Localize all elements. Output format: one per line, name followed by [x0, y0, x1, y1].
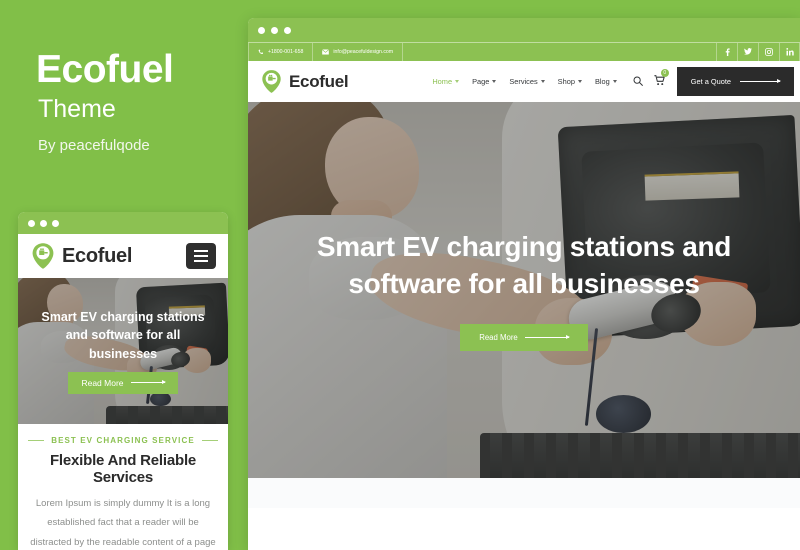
- hamburger-bar: [194, 250, 208, 252]
- instagram-icon[interactable]: [758, 43, 779, 61]
- chevron-down-icon: [577, 80, 582, 83]
- topbar-phone[interactable]: +1800-001-658: [248, 43, 314, 61]
- get-a-quote-label: Get a Quote: [690, 77, 731, 86]
- nav-item-shop-label: Shop: [557, 77, 575, 86]
- desktop-preview-mockup: +1800-001-658 info@peacefuldesign.com Ec…: [248, 18, 800, 550]
- envelope-icon: [322, 49, 330, 55]
- promo-subtitle: Theme: [38, 95, 116, 123]
- window-dot-minimize: [271, 26, 278, 34]
- facebook-icon[interactable]: [716, 43, 737, 61]
- topbar-social-links: [716, 43, 800, 61]
- topbar-email-text: info@peacefuldesign.com: [333, 49, 394, 55]
- cart-count-badge: 0: [660, 68, 669, 77]
- mobile-section-heading: Flexible And Reliable Services: [49, 452, 197, 486]
- mobile-preview-mockup: Ecofuel Smart EV charging stations and s…: [18, 212, 228, 550]
- window-dot-maximize: [52, 219, 59, 227]
- ecofuel-pin-logo-icon: [262, 70, 281, 93]
- chevron-down-icon: [455, 80, 460, 83]
- promo-author: By peacefulqode: [38, 137, 150, 154]
- mobile-menu-button[interactable]: [186, 243, 216, 269]
- chevron-down-icon: [540, 80, 545, 83]
- topbar-phone-text: +1800-001-658: [268, 49, 304, 55]
- site-topbar: +1800-001-658 info@peacefuldesign.com: [248, 42, 800, 61]
- nav-item-blog[interactable]: Blog: [595, 77, 617, 86]
- promo-title: Ecofuel: [36, 48, 174, 91]
- window-dot-minimize: [40, 219, 47, 227]
- mobile-services-section: BEST EV CHARGING SERVICE Flexible And Re…: [18, 424, 228, 550]
- window-dot-close: [258, 26, 265, 34]
- hero-read-more-label: Read More: [479, 333, 518, 343]
- topbar-email[interactable]: info@peacefuldesign.com: [313, 43, 404, 61]
- desktop-browser-chrome: [248, 18, 800, 42]
- mobile-section-eyebrow: BEST EV CHARGING SERVICE: [28, 436, 218, 445]
- nav-item-blog-label: Blog: [594, 77, 610, 86]
- hamburger-bar: [194, 260, 208, 262]
- twitter-icon[interactable]: [737, 43, 758, 61]
- mobile-hero-section: Smart EV charging stations and software …: [18, 278, 228, 424]
- window-dot-close: [28, 219, 35, 227]
- mobile-logo-text: Ecofuel: [62, 244, 133, 267]
- nav-item-shop[interactable]: Shop: [558, 77, 582, 86]
- mobile-logo[interactable]: Ecofuel: [30, 242, 132, 270]
- nav-item-services-label: Services: [509, 77, 538, 86]
- site-navbar: Ecofuel Home Page Services Shop Blog 0 G…: [248, 61, 800, 102]
- desktop-logo-text: Ecofuel: [289, 71, 349, 91]
- nav-item-page-label: Page: [472, 77, 490, 86]
- desktop-logo[interactable]: Ecofuel: [260, 69, 349, 94]
- cart-icon[interactable]: 0: [654, 68, 669, 91]
- nav-item-home[interactable]: Home: [432, 77, 460, 86]
- chevron-down-icon: [612, 80, 617, 83]
- arrow-right-icon: [130, 380, 166, 385]
- navbar-icons: 0: [633, 68, 669, 91]
- mobile-site-header: Ecofuel: [18, 234, 228, 278]
- phone-icon: [258, 49, 264, 55]
- ecofuel-pin-logo-icon: [32, 243, 54, 269]
- mobile-browser-chrome: [18, 212, 228, 234]
- nav-item-page[interactable]: Page: [472, 77, 497, 86]
- mobile-hero-title: Smart EV charging stations and software …: [41, 310, 205, 361]
- hamburger-bar: [194, 255, 208, 257]
- mobile-read-more-label: Read More: [81, 377, 124, 388]
- arrow-right-icon: [740, 79, 781, 83]
- hero-read-more-button[interactable]: Read More: [460, 324, 588, 352]
- arrow-right-icon: [524, 335, 570, 340]
- mobile-section-body: Lorem Ipsum is simply dummy It is a long…: [30, 498, 216, 548]
- hero-section: Smart EV charging stations and software …: [248, 102, 800, 478]
- nav-item-services[interactable]: Services: [509, 77, 545, 86]
- window-dot-maximize: [284, 26, 291, 34]
- hero-title: Smart EV charging stations and software …: [316, 230, 732, 299]
- linkedin-icon[interactable]: [779, 43, 800, 61]
- search-icon[interactable]: [633, 73, 643, 91]
- mobile-read-more-button[interactable]: Read More: [68, 371, 178, 394]
- page-content-below-hero: [248, 478, 800, 508]
- get-a-quote-button[interactable]: Get a Quote: [676, 67, 794, 96]
- chevron-down-icon: [492, 80, 497, 83]
- nav-item-home-label: Home: [432, 77, 453, 86]
- primary-navigation: Home Page Services Shop Blog: [432, 77, 617, 86]
